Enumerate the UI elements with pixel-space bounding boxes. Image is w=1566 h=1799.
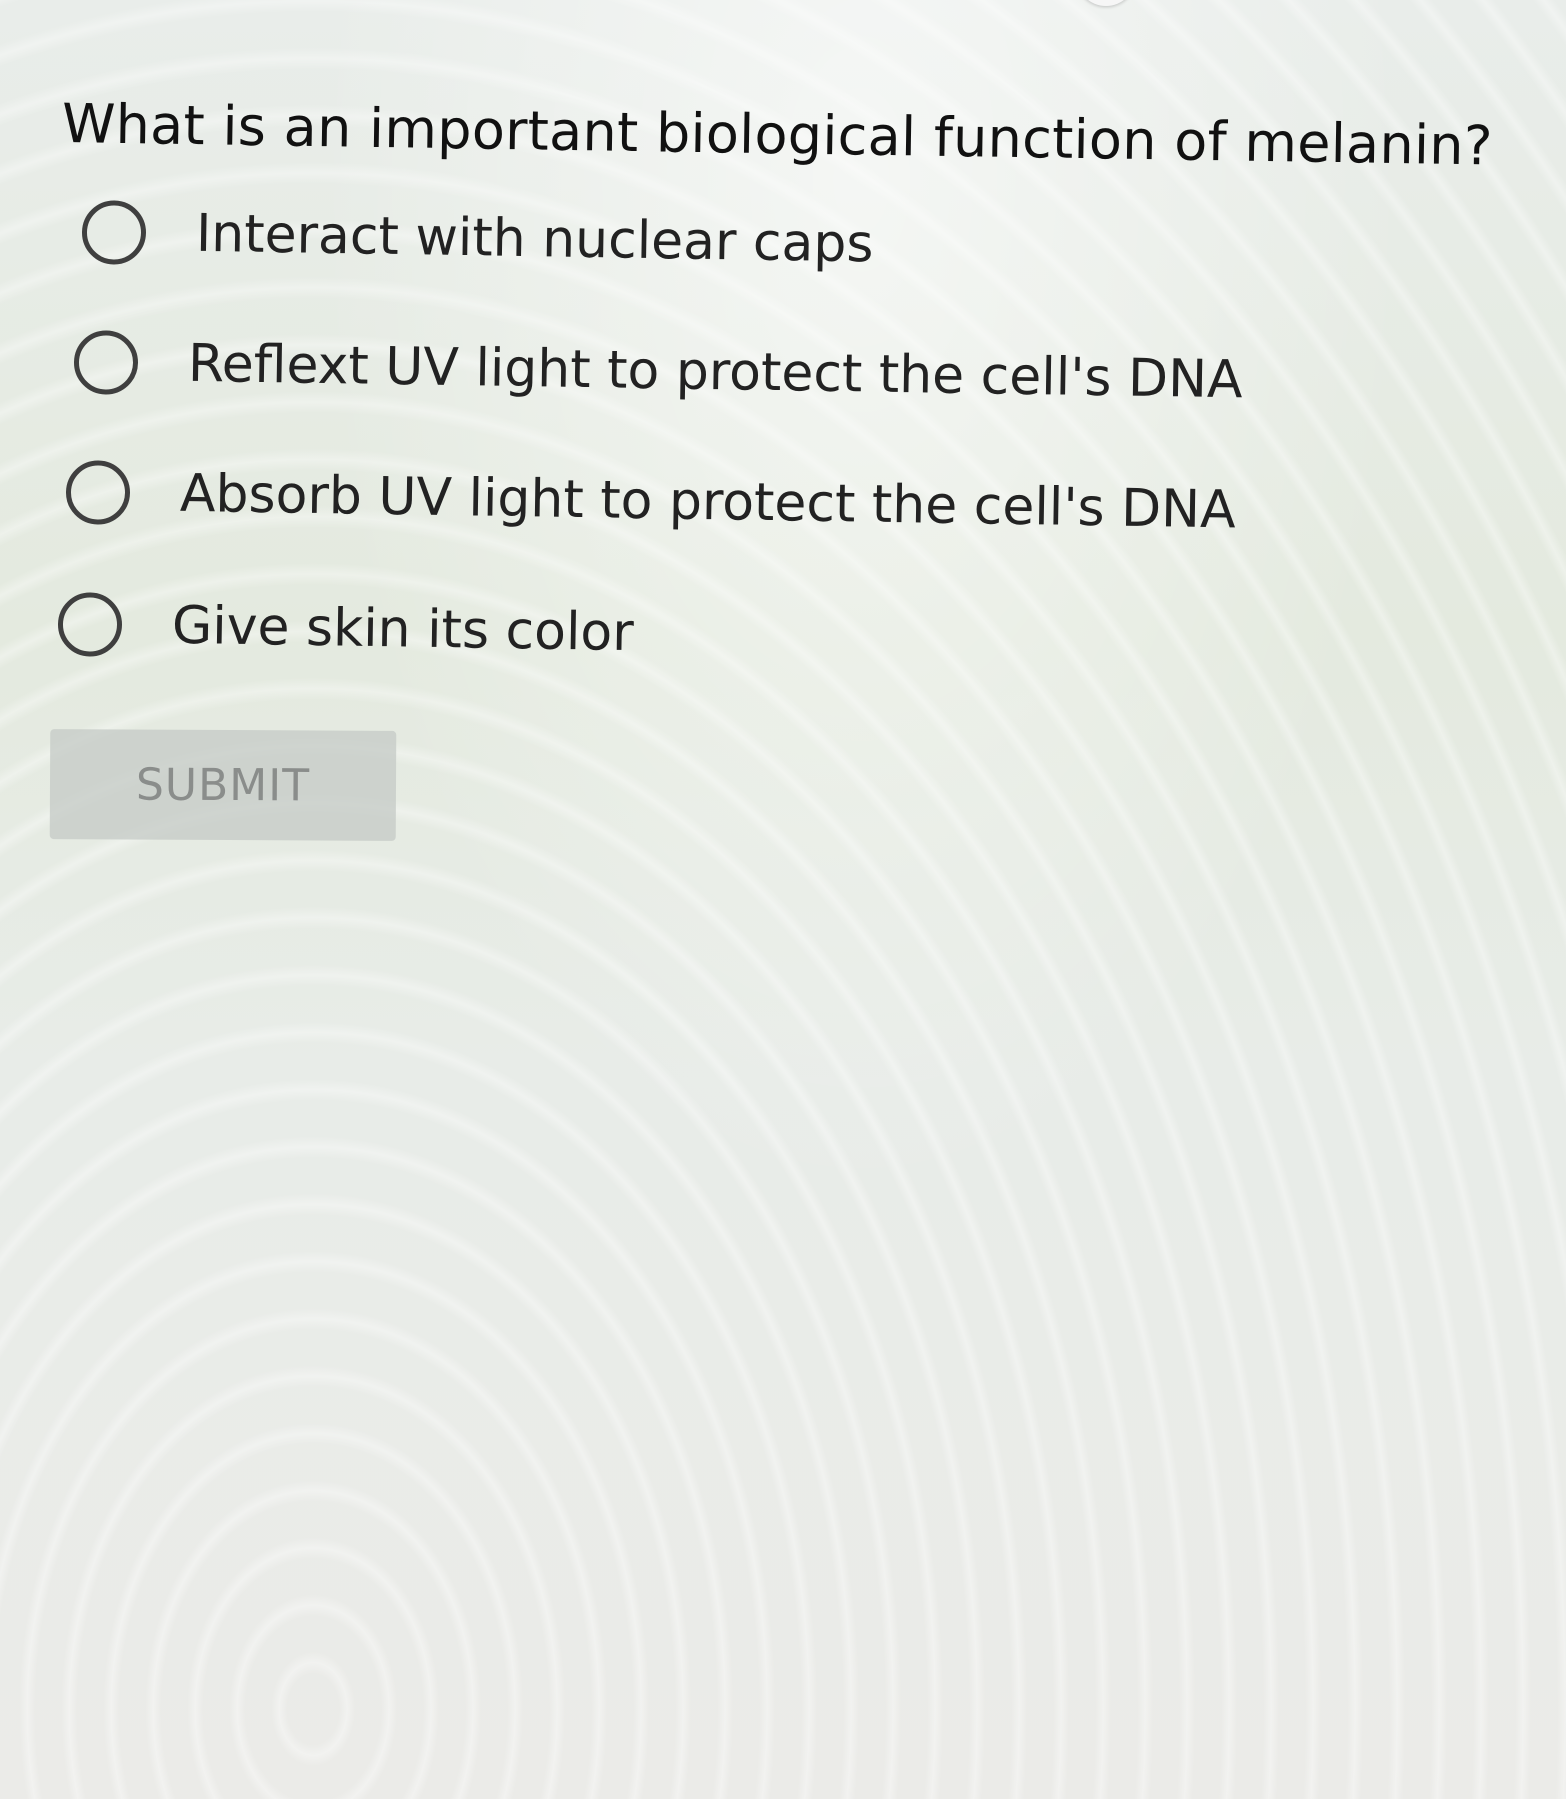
answer-option-2[interactable]: Reflext UV light to protect the cell's D…: [73, 330, 1243, 412]
answer-option-1[interactable]: Interact with nuclear caps: [81, 200, 874, 276]
answer-option-label: Give skin its color: [171, 595, 635, 664]
radio-button-icon[interactable]: [81, 200, 147, 266]
answer-option-label: Absorb UV light to protect the cell's DN…: [179, 463, 1237, 541]
radio-button-icon[interactable]: [65, 460, 131, 526]
quiz-panel: What is an important biological function…: [0, 0, 1566, 1799]
submit-button[interactable]: SUBMIT: [49, 729, 397, 841]
question-text: What is an important biological function…: [61, 92, 1494, 178]
answer-option-label: Reflext UV light to protect the cell's D…: [187, 333, 1244, 411]
radio-button-icon[interactable]: [57, 592, 123, 658]
answer-option-4[interactable]: Give skin its color: [57, 592, 634, 665]
answer-option-3[interactable]: Absorb UV light to protect the cell's DN…: [65, 460, 1236, 542]
radio-button-icon[interactable]: [73, 330, 139, 396]
answer-option-label: Interact with nuclear caps: [195, 203, 874, 275]
scroll-indicator: [1076, 0, 1136, 6]
